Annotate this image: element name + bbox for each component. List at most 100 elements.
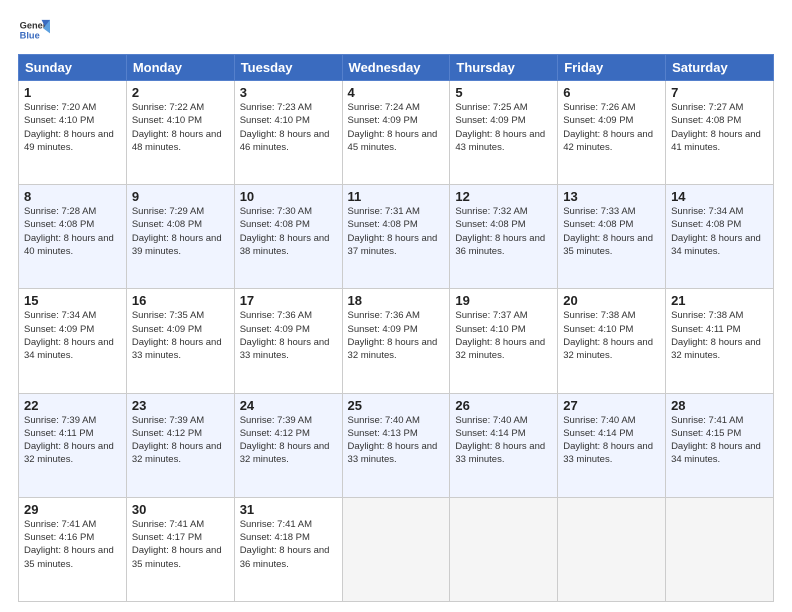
day-number: 7 [671, 85, 768, 100]
day-number: 16 [132, 293, 229, 308]
day-info: Sunrise: 7:31 AMSunset: 4:08 PMDaylight:… [348, 206, 438, 257]
day-info: Sunrise: 7:20 AMSunset: 4:10 PMDaylight:… [24, 102, 114, 153]
day-info: Sunrise: 7:40 AMSunset: 4:14 PMDaylight:… [563, 415, 653, 466]
day-number: 1 [24, 85, 121, 100]
day-header-thursday: Thursday [450, 55, 558, 81]
calendar-cell: 9 Sunrise: 7:29 AMSunset: 4:08 PMDaylight… [126, 185, 234, 289]
day-header-saturday: Saturday [666, 55, 774, 81]
day-number: 19 [455, 293, 552, 308]
day-info: Sunrise: 7:41 AMSunset: 4:16 PMDaylight:… [24, 519, 114, 570]
day-info: Sunrise: 7:41 AMSunset: 4:18 PMDaylight:… [240, 519, 330, 570]
day-number: 17 [240, 293, 337, 308]
day-number: 15 [24, 293, 121, 308]
day-number: 21 [671, 293, 768, 308]
day-info: Sunrise: 7:32 AMSunset: 4:08 PMDaylight:… [455, 206, 545, 257]
day-number: 30 [132, 502, 229, 517]
calendar-cell: 15 Sunrise: 7:34 AMSunset: 4:09 PMDayligh… [19, 289, 127, 393]
day-info: Sunrise: 7:37 AMSunset: 4:10 PMDaylight:… [455, 310, 545, 361]
day-number: 6 [563, 85, 660, 100]
calendar-cell: 29Sunrise: 7:41 AMSunset: 4:16 PMDayligh… [19, 497, 127, 601]
calendar-cell: 13Sunrise: 7:33 AMSunset: 4:08 PMDayligh… [558, 185, 666, 289]
calendar-cell: 18 Sunrise: 7:36 AMSunset: 4:09 PMDayligh… [342, 289, 450, 393]
calendar-cell: 26Sunrise: 7:40 AMSunset: 4:14 PMDayligh… [450, 393, 558, 497]
day-info: Sunrise: 7:39 AMSunset: 4:12 PMDaylight:… [132, 415, 222, 466]
calendar-cell: 4 Sunrise: 7:24 AMSunset: 4:09 PMDaylight… [342, 81, 450, 185]
calendar-cell [450, 497, 558, 601]
day-info: Sunrise: 7:30 AMSunset: 4:08 PMDaylight:… [240, 206, 330, 257]
calendar-cell: 2 Sunrise: 7:22 AMSunset: 4:10 PMDaylight… [126, 81, 234, 185]
day-number: 3 [240, 85, 337, 100]
day-info: Sunrise: 7:36 AMSunset: 4:09 PMDaylight:… [348, 310, 438, 361]
calendar-cell: 1 Sunrise: 7:20 AMSunset: 4:10 PMDaylight… [19, 81, 127, 185]
day-number: 25 [348, 398, 445, 413]
day-number: 22 [24, 398, 121, 413]
day-number: 4 [348, 85, 445, 100]
day-number: 20 [563, 293, 660, 308]
day-header-wednesday: Wednesday [342, 55, 450, 81]
calendar-cell: 25 Sunrise: 7:40 AMSunset: 4:13 PMDayligh… [342, 393, 450, 497]
svg-text:Blue: Blue [20, 30, 40, 40]
day-info: Sunrise: 7:26 AMSunset: 4:09 PMDaylight:… [563, 102, 653, 153]
calendar-page: General Blue SundayMondayTuesdayWednesda… [0, 0, 792, 612]
calendar-cell: 19 Sunrise: 7:37 AMSunset: 4:10 PMDayligh… [450, 289, 558, 393]
calendar-cell: 16 Sunrise: 7:35 AMSunset: 4:09 PMDayligh… [126, 289, 234, 393]
day-info: Sunrise: 7:35 AMSunset: 4:09 PMDaylight:… [132, 310, 222, 361]
calendar-cell: 27 Sunrise: 7:40 AMSunset: 4:14 PMDayligh… [558, 393, 666, 497]
calendar-cell: 17 Sunrise: 7:36 AMSunset: 4:09 PMDayligh… [234, 289, 342, 393]
calendar-cell: 12 Sunrise: 7:32 AMSunset: 4:08 PMDayligh… [450, 185, 558, 289]
day-number: 12 [455, 189, 552, 204]
day-info: Sunrise: 7:40 AMSunset: 4:13 PMDaylight:… [348, 415, 438, 466]
day-info: Sunrise: 7:38 AMSunset: 4:11 PMDaylight:… [671, 310, 761, 361]
calendar-cell: 7 Sunrise: 7:27 AMSunset: 4:08 PMDaylight… [666, 81, 774, 185]
day-info: Sunrise: 7:24 AMSunset: 4:09 PMDaylight:… [348, 102, 438, 153]
calendar-cell: 24 Sunrise: 7:39 AMSunset: 4:12 PMDayligh… [234, 393, 342, 497]
day-header-monday: Monday [126, 55, 234, 81]
day-number: 28 [671, 398, 768, 413]
day-info: Sunrise: 7:23 AMSunset: 4:10 PMDaylight:… [240, 102, 330, 153]
day-number: 11 [348, 189, 445, 204]
calendar-cell: 5 Sunrise: 7:25 AMSunset: 4:09 PMDaylight… [450, 81, 558, 185]
calendar-table: SundayMondayTuesdayWednesdayThursdayFrid… [18, 54, 774, 602]
day-info: Sunrise: 7:41 AMSunset: 4:15 PMDaylight:… [671, 415, 761, 466]
day-number: 8 [24, 189, 121, 204]
day-info: Sunrise: 7:25 AMSunset: 4:09 PMDaylight:… [455, 102, 545, 153]
day-number: 26 [455, 398, 552, 413]
calendar-cell: 23Sunrise: 7:39 AMSunset: 4:12 PMDayligh… [126, 393, 234, 497]
day-number: 24 [240, 398, 337, 413]
calendar-cell: 22 Sunrise: 7:39 AMSunset: 4:11 PMDayligh… [19, 393, 127, 497]
day-header-sunday: Sunday [19, 55, 127, 81]
day-number: 27 [563, 398, 660, 413]
day-info: Sunrise: 7:36 AMSunset: 4:09 PMDaylight:… [240, 310, 330, 361]
day-info: Sunrise: 7:39 AMSunset: 4:12 PMDaylight:… [240, 415, 330, 466]
day-info: Sunrise: 7:34 AMSunset: 4:08 PMDaylight:… [671, 206, 761, 257]
calendar-cell [342, 497, 450, 601]
day-info: Sunrise: 7:28 AMSunset: 4:08 PMDaylight:… [24, 206, 114, 257]
day-number: 5 [455, 85, 552, 100]
day-info: Sunrise: 7:22 AMSunset: 4:10 PMDaylight:… [132, 102, 222, 153]
calendar-cell [666, 497, 774, 601]
calendar-cell: 28 Sunrise: 7:41 AMSunset: 4:15 PMDayligh… [666, 393, 774, 497]
logo: General Blue [18, 16, 50, 44]
day-header-friday: Friday [558, 55, 666, 81]
day-info: Sunrise: 7:27 AMSunset: 4:08 PMDaylight:… [671, 102, 761, 153]
day-header-tuesday: Tuesday [234, 55, 342, 81]
day-number: 18 [348, 293, 445, 308]
day-number: 13 [563, 189, 660, 204]
calendar-cell: 11 Sunrise: 7:31 AMSunset: 4:08 PMDayligh… [342, 185, 450, 289]
calendar-cell: 8 Sunrise: 7:28 AMSunset: 4:08 PMDaylight… [19, 185, 127, 289]
calendar-cell: 3 Sunrise: 7:23 AMSunset: 4:10 PMDaylight… [234, 81, 342, 185]
day-info: Sunrise: 7:39 AMSunset: 4:11 PMDaylight:… [24, 415, 114, 466]
calendar-cell [558, 497, 666, 601]
calendar-cell: 6 Sunrise: 7:26 AMSunset: 4:09 PMDaylight… [558, 81, 666, 185]
calendar-cell: 30Sunrise: 7:41 AMSunset: 4:17 PMDayligh… [126, 497, 234, 601]
day-info: Sunrise: 7:34 AMSunset: 4:09 PMDaylight:… [24, 310, 114, 361]
logo-icon: General Blue [18, 16, 50, 44]
day-info: Sunrise: 7:29 AMSunset: 4:08 PMDaylight:… [132, 206, 222, 257]
day-number: 9 [132, 189, 229, 204]
day-number: 31 [240, 502, 337, 517]
calendar-cell: 31 Sunrise: 7:41 AMSunset: 4:18 PMDayligh… [234, 497, 342, 601]
calendar-cell: 14 Sunrise: 7:34 AMSunset: 4:08 PMDayligh… [666, 185, 774, 289]
calendar-cell: 21 Sunrise: 7:38 AMSunset: 4:11 PMDayligh… [666, 289, 774, 393]
day-number: 14 [671, 189, 768, 204]
day-number: 2 [132, 85, 229, 100]
